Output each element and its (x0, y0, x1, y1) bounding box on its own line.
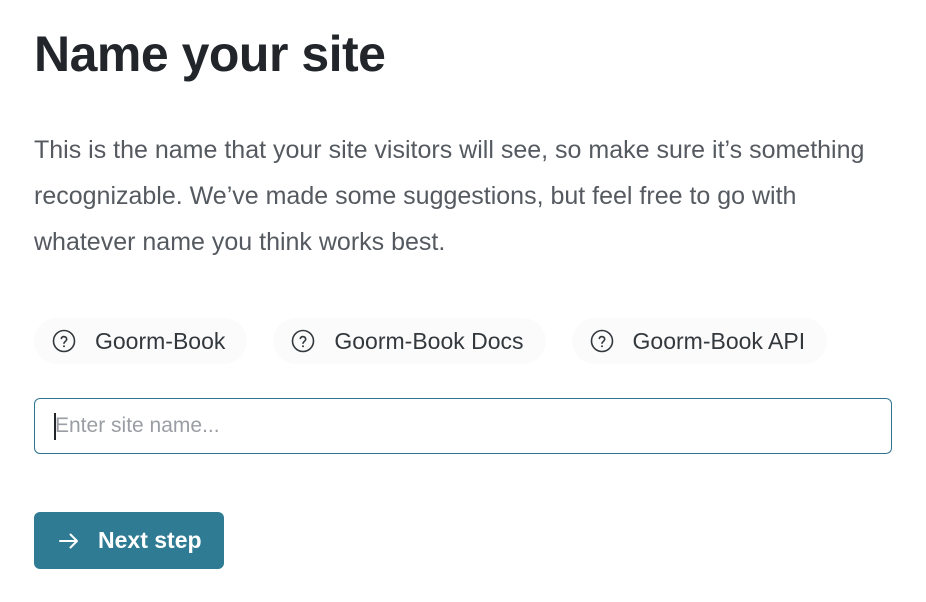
site-name-field (34, 398, 892, 454)
page-description: This is the name that your site visitors… (34, 136, 865, 256)
suggestion-list: Goorm-Book Goorm-Book Docs Goorm-Book AP… (34, 318, 828, 364)
suggestion-chip[interactable]: Goorm-Book API (571, 318, 828, 364)
suggestion-label: Goorm-Book Docs (334, 327, 524, 354)
question-circle-icon (590, 329, 613, 353)
next-step-button[interactable]: Next step (34, 512, 224, 569)
suggestion-label: Goorm-Book (95, 327, 226, 354)
next-step-label: Next step (98, 527, 202, 553)
suggestion-label: Goorm-Book API (632, 327, 806, 354)
suggestion-chip[interactable]: Goorm-Book Docs (273, 318, 546, 364)
question-circle-icon (292, 329, 315, 353)
question-circle-icon (52, 329, 76, 353)
text-cursor (54, 413, 56, 440)
site-name-input[interactable] (35, 399, 891, 453)
suggestion-chip[interactable]: Goorm-Book (34, 318, 248, 364)
page-title: Name your site (34, 26, 386, 82)
arrow-right-icon (59, 533, 78, 548)
